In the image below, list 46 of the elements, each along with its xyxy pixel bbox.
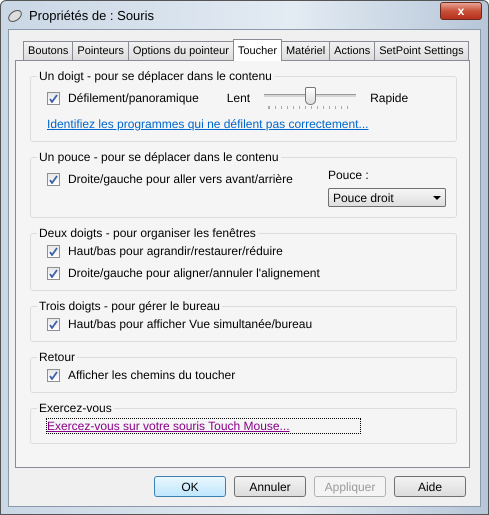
dropdown-label: Pouce : (328, 168, 370, 182)
tab[interactable]: Toucher (232, 39, 282, 61)
check-icon (49, 370, 58, 380)
checkbox[interactable] (47, 266, 60, 280)
slider-thumb[interactable] (305, 87, 316, 105)
group-title: Exercez-vous (38, 401, 113, 415)
window-title: Propriétés de : Souris (29, 8, 156, 22)
checkbox-label[interactable]: Haut/bas pour afficher Vue simultanée/bureau (68, 317, 312, 331)
group-title: Retour (38, 350, 76, 364)
group-title: Un doigt - pour se déplacer dans le contenu (38, 69, 273, 83)
slider-max-label: Rapide (370, 91, 408, 105)
dialog-button[interactable]: Aide (394, 476, 466, 497)
link[interactable]: Exercez-vous sur votre souris Touch Mouse... (47, 419, 360, 433)
check-icon (49, 94, 58, 102)
group-title: Trois doigts - pour gérer le bureau (38, 299, 221, 313)
checkbox-label[interactable]: Droite/gauche pour aller vers avant/arrière (68, 172, 293, 186)
dialog-button[interactable]: OK (154, 476, 226, 497)
dialog-button[interactable]: Annuler (234, 476, 306, 497)
tab[interactable]: SetPoint Settings (374, 41, 469, 60)
slider-min-label: Lent (226, 91, 250, 105)
caret-icon (433, 196, 441, 200)
tab[interactable]: Boutons (23, 41, 74, 60)
check-icon (49, 268, 58, 278)
checkbox[interactable] (47, 318, 60, 330)
slider-track[interactable] (264, 87, 356, 109)
group-title: Deux doigts - pour organiser les fenêtres (38, 226, 257, 240)
checkbox[interactable] (47, 92, 60, 104)
checkbox-label[interactable]: Droite/gauche pour aligner/annuler l'alignement (68, 266, 320, 280)
checkbox[interactable] (47, 172, 60, 186)
checkbox[interactable] (47, 244, 60, 258)
checkbox-label[interactable]: Afficher les chemins du toucher (68, 368, 236, 382)
tab[interactable]: Actions (329, 41, 376, 60)
checkbox[interactable] (47, 368, 60, 382)
group-title: Un pouce - pour se déplacer dans le contenu (38, 150, 280, 164)
tab[interactable]: Options du pointeur (128, 41, 234, 60)
close-button[interactable]: x (440, 2, 482, 20)
tab[interactable]: Pointeurs (72, 41, 129, 60)
checkbox-label[interactable]: Haut/bas pour agrandir/restaurer/réduire (68, 244, 283, 258)
check-icon (49, 174, 58, 184)
checkbox-label[interactable]: Défilement/panoramique (68, 91, 199, 105)
mouse-icon (7, 8, 23, 22)
tab[interactable]: Matériel (281, 41, 330, 60)
check-icon (49, 320, 58, 328)
thumb-dropdown[interactable]: Pouce droit (328, 188, 446, 207)
link[interactable]: Identifiez les programmes qui ne défilent pas correctement... (47, 117, 368, 131)
check-icon (49, 246, 58, 256)
